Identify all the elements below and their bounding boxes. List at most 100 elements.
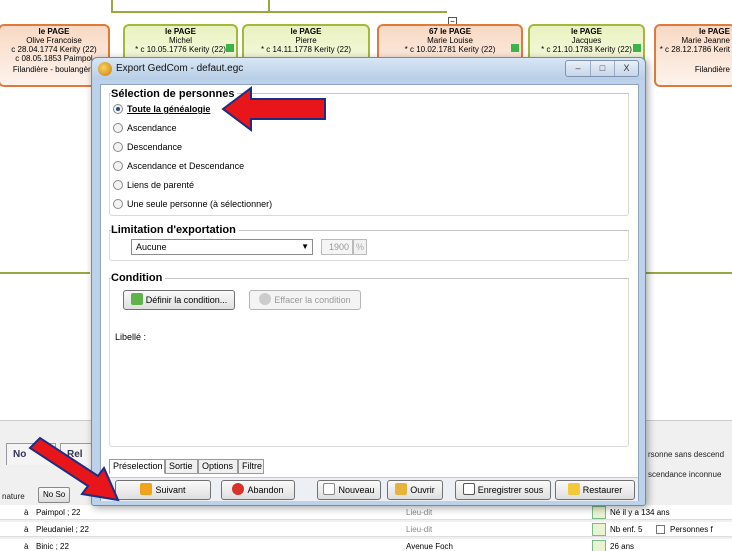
person-birth: c 28.04.1774 Kerity (22) [11, 45, 97, 54]
edit-place-icon[interactable] [592, 523, 606, 536]
abort-button[interactable]: Abandon [221, 480, 295, 500]
open-button[interactable]: Ouvrir [387, 480, 443, 500]
tab-filtre[interactable]: Filtre [238, 459, 264, 474]
table-row[interactable]: à Binic ; 22 Avenue Foch 26 ans [0, 539, 732, 551]
year-input[interactable]: 1900 [321, 239, 353, 255]
person-birth: * c 10.05.1776 Kerity (22) [135, 45, 226, 54]
option-label: Descendance [127, 142, 183, 152]
row-info: Né il y a 134 ans [610, 508, 670, 517]
annotation-arrow-icon [221, 86, 326, 132]
window-controls: – □ X [565, 60, 639, 77]
person-birth: * c 10.02.1781 Kerity (22) [404, 45, 496, 54]
checkmark-icon [130, 293, 143, 305]
tree-connector [646, 272, 732, 274]
button-label: Abandon [247, 485, 284, 495]
new-button[interactable]: Nouveau [317, 480, 381, 500]
tab-options[interactable]: Options [198, 459, 238, 474]
option-label: Toute la généalogie [127, 104, 211, 114]
status-no-descendants: rsonne sans descend [648, 450, 725, 459]
row-prefix: à [24, 525, 29, 534]
row-place: Pleudaniel ; 22 [36, 525, 89, 534]
tree-connector [0, 272, 90, 274]
option-label: Liens de parenté [127, 180, 195, 190]
export-gedcom-dialog: Export GedCom - defaut.egc – □ X Sélecti… [91, 57, 646, 506]
radio-icon[interactable] [113, 161, 123, 171]
button-label: Ouvrir [410, 485, 435, 495]
clear-condition-button[interactable]: Effacer la condition [249, 290, 361, 310]
tab-sortie[interactable]: Sortie [165, 459, 198, 474]
folder-icon [395, 483, 408, 495]
button-label: Restaurer [582, 485, 623, 495]
person-firstname: Marie Louise [427, 36, 473, 45]
dialog-content: Sélection de personnes Toute la généalog… [100, 84, 639, 501]
person-birth: * c 14.11.1778 Kerity (22) [260, 45, 352, 54]
restore-button[interactable]: Restaurer [555, 480, 635, 500]
select-value: Aucune [136, 242, 167, 252]
person-firstname: Marie Jeanne [681, 36, 730, 45]
dialog-titlebar[interactable]: Export GedCom - defaut.egc – □ X [92, 58, 645, 80]
option-label: Une seule personne (à sélectionner) [127, 199, 273, 209]
person-occupation: Filandière [694, 65, 730, 74]
tree-connector [111, 11, 447, 13]
row-place: Paimpol ; 22 [36, 508, 81, 517]
persons-label: Personnes f [670, 525, 713, 534]
person-firstname: Michel [168, 36, 193, 45]
person-birth: * c 28.12.1786 Kerit [659, 45, 730, 54]
button-label: Suivant [155, 485, 186, 495]
person-card[interactable]: le PAGE Marie Jeanne * c 28.12.1786 Keri… [654, 24, 732, 87]
persons-checkbox[interactable] [656, 525, 665, 534]
radio-checked-icon[interactable] [113, 104, 123, 114]
row-type: Avenue Foch [406, 542, 453, 551]
button-label: Définir la condition... [145, 295, 228, 305]
option-label: Ascendance [127, 123, 177, 133]
table-row[interactable]: à Pleudaniel ; 22 Lieu-dit Nb enf. 5 Per… [0, 522, 732, 537]
row-info: Nb enf. 5 [610, 525, 643, 534]
minimize-button[interactable]: – [566, 61, 590, 76]
maximize-button[interactable]: □ [590, 61, 614, 76]
table-row[interactable]: à Paimpol ; 22 Lieu-dit Né il y a 134 an… [0, 505, 732, 520]
radio-icon[interactable] [113, 123, 123, 133]
person-surname: le PAGE [165, 27, 196, 36]
button-label: Enregistrer sous [477, 485, 544, 495]
annotation-arrow-icon [28, 436, 120, 502]
person-birth: * c 21.10.1783 Kerity (22) [541, 45, 632, 54]
row-prefix: à [24, 542, 29, 551]
radio-icon[interactable] [113, 180, 123, 190]
percent-button[interactable]: % [353, 239, 367, 255]
radio-icon[interactable] [113, 142, 123, 152]
edit-place-icon[interactable] [592, 506, 606, 519]
row-type: Lieu-dit [406, 525, 433, 534]
person-firstname: Jacques [571, 36, 602, 45]
row-place: Binic ; 22 [36, 542, 69, 551]
row-type: Lieu-dit [406, 508, 433, 517]
edit-place-icon[interactable] [592, 540, 606, 551]
option-label: Ascendance et Descendance [127, 161, 245, 171]
save-as-icon [462, 483, 475, 495]
person-surname: le PAGE [571, 27, 602, 36]
limitation-select[interactable]: Aucune ▼ [131, 239, 313, 255]
radio-icon[interactable] [113, 199, 123, 209]
save-as-button[interactable]: Enregistrer sous [455, 480, 551, 500]
libelle-label: Libellé : [115, 332, 147, 342]
tree-connector [268, 0, 270, 12]
define-condition-button[interactable]: Définir la condition... [123, 290, 235, 310]
button-label: Nouveau [338, 485, 375, 495]
person-surname: le PAGE [699, 27, 730, 36]
next-button[interactable]: Suivant [115, 480, 211, 500]
person-surname: le PAGE [290, 27, 322, 36]
button-label: Effacer la condition [274, 295, 351, 305]
clear-icon [259, 293, 272, 305]
arrow-right-icon [140, 483, 153, 495]
status-unknown-ascendance: scendance inconnue [648, 470, 722, 479]
person-surname: le PAGE [38, 27, 70, 36]
check-icon [511, 44, 519, 52]
app-icon [98, 62, 112, 76]
cancel-icon [232, 483, 245, 495]
row-prefix: à [24, 508, 29, 517]
close-button[interactable]: X [614, 61, 638, 76]
check-icon [633, 44, 641, 52]
restore-icon [567, 483, 580, 495]
person-surname: 67 le PAGE [428, 27, 472, 36]
row-info: 26 ans [610, 542, 635, 551]
dialog-footer: Suivant Abandon Nouveau Ouvrir Enregistr… [101, 477, 638, 501]
